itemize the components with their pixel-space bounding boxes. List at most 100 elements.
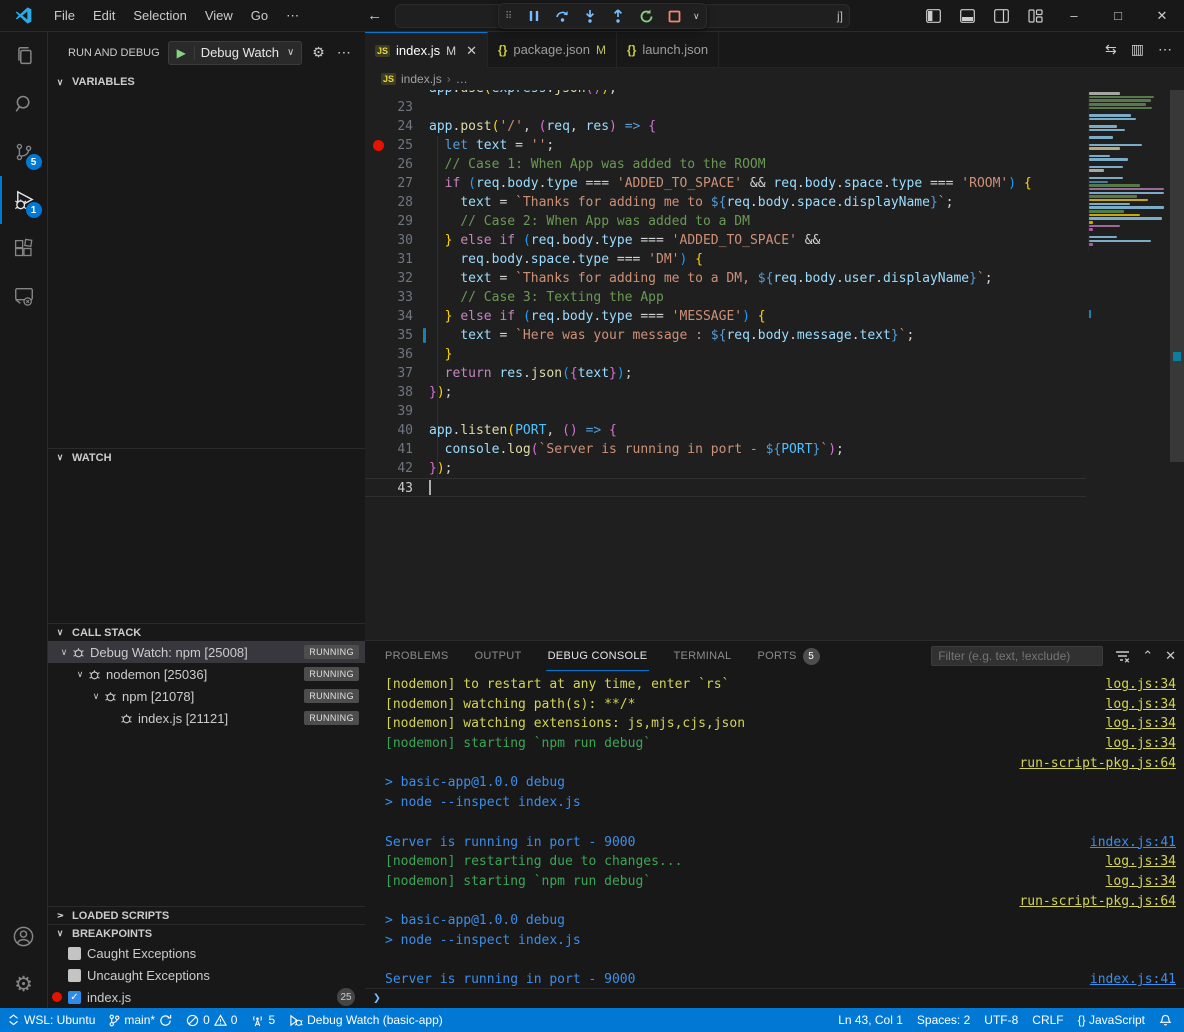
- variables-section-header[interactable]: ∨VARIABLES: [48, 73, 365, 91]
- code-line-30[interactable]: 30 } else if (req.body.type === 'ADDED_T…: [365, 231, 1086, 250]
- status-error-icon[interactable]: 00: [179, 1008, 244, 1032]
- source-link[interactable]: run-script-pkg.js:64: [1019, 892, 1176, 912]
- drag-grip-icon[interactable]: ⠿: [505, 13, 515, 20]
- code-line-38[interactable]: 38});: [365, 383, 1086, 402]
- toggle-panel-icon[interactable]: [950, 0, 984, 31]
- back-button[interactable]: ←: [367, 7, 382, 24]
- code-line-31[interactable]: 31 req.body.space.type === 'DM') {: [365, 250, 1086, 269]
- menu-view[interactable]: View: [197, 5, 241, 27]
- source-link[interactable]: log.js:34: [1106, 695, 1176, 715]
- step-out-button[interactable]: [609, 7, 627, 25]
- menu-go[interactable]: Go: [243, 5, 276, 27]
- toggle-secondary-sidebar-icon[interactable]: [984, 0, 1018, 31]
- minimap[interactable]: [1088, 92, 1170, 251]
- editor-scrollbar[interactable]: [1170, 90, 1184, 462]
- code-line-37[interactable]: 37 return res.json({text});: [365, 364, 1086, 383]
- console-filter-input[interactable]: [931, 646, 1103, 666]
- checkbox[interactable]: [68, 947, 81, 960]
- call-stack-row[interactable]: ∨Debug Watch: npm [25008]RUNNING: [48, 641, 365, 663]
- code-line-42[interactable]: 42});: [365, 459, 1086, 478]
- code-line-40[interactable]: 40app.listen(PORT, () => {: [365, 421, 1086, 440]
- pause-button[interactable]: [525, 7, 543, 25]
- breakpoint-dot[interactable]: [373, 140, 384, 151]
- debug-config-select[interactable]: ▶ Debug Watch ∨: [168, 41, 303, 65]
- code-line-39[interactable]: 39: [365, 402, 1086, 421]
- breakpoints-section-header[interactable]: ∨BREAKPOINTS: [48, 924, 365, 942]
- code-editor[interactable]: app.use(express.json());2324app.post('/'…: [365, 90, 1184, 640]
- minimize-button[interactable]: –: [1052, 0, 1096, 31]
- open-changes-icon[interactable]: ⇆: [1105, 41, 1117, 58]
- panel-tab-debug-console[interactable]: DEBUG CONSOLE: [546, 641, 650, 671]
- panel-tab-ports[interactable]: PORTS5: [755, 641, 821, 671]
- breakpoint-row[interactable]: ✓index.js25: [48, 986, 365, 1008]
- stop-dropdown-chevron-icon[interactable]: ∨: [693, 11, 700, 22]
- status-ln-43-col-1[interactable]: Ln 43, Col 1: [831, 1008, 910, 1032]
- run-and-debug-icon[interactable]: 1: [0, 176, 48, 224]
- status--javascript[interactable]: {} JavaScript: [1071, 1008, 1152, 1032]
- step-over-button[interactable]: [553, 7, 571, 25]
- code-line-35[interactable]: 35 text = `Here was your message : ${req…: [365, 326, 1086, 345]
- call-stack-section-header[interactable]: ∨CALL STACK: [48, 623, 365, 641]
- panel-tab-terminal[interactable]: TERMINAL: [671, 641, 733, 671]
- code-line-28[interactable]: 28 text = `Thanks for adding me to ${req…: [365, 193, 1086, 212]
- code-line-32[interactable]: 32 text = `Thanks for adding me to a DM,…: [365, 269, 1086, 288]
- source-control-icon[interactable]: 5: [0, 128, 48, 176]
- code-line-29[interactable]: 29 // Case 2: When App was added to a DM: [365, 212, 1086, 231]
- editor-more-actions-icon[interactable]: ⋯: [1158, 41, 1172, 58]
- code-line-26[interactable]: 26 // Case 1: When App was added to the …: [365, 155, 1086, 174]
- stop-button[interactable]: [665, 7, 683, 25]
- status-utf-8[interactable]: UTF-8: [977, 1008, 1025, 1032]
- status-remote-icon[interactable]: WSL: Ubuntu: [0, 1008, 102, 1032]
- loaded-scripts-section-header[interactable]: ∨LOADED SCRIPTS: [48, 906, 365, 924]
- code-line-27[interactable]: 27 if (req.body.type === 'ADDED_TO_SPACE…: [365, 174, 1086, 193]
- menu-edit[interactable]: Edit: [85, 5, 123, 27]
- toggle-sidebar-icon[interactable]: [916, 0, 950, 31]
- source-link[interactable]: index.js:41: [1090, 970, 1176, 988]
- step-into-button[interactable]: [581, 7, 599, 25]
- call-stack-row[interactable]: ∨npm [21078]RUNNING: [48, 685, 365, 707]
- status-branch-icon[interactable]: main*: [102, 1008, 179, 1032]
- code-line-23[interactable]: 23: [365, 98, 1086, 117]
- debug-console-output[interactable]: [nodemon] to restart at any time, enter …: [365, 671, 1184, 988]
- code-line-33[interactable]: 33 // Case 3: Texting the App: [365, 288, 1086, 307]
- code-line-41[interactable]: 41 console.log(`Server is running in por…: [365, 440, 1086, 459]
- customize-layout-icon[interactable]: [1018, 0, 1052, 31]
- source-link[interactable]: log.js:34: [1106, 872, 1176, 892]
- accounts-icon[interactable]: [0, 912, 48, 960]
- checkbox[interactable]: [68, 969, 81, 982]
- remote-explorer-icon[interactable]: [0, 272, 48, 320]
- notifications-bell-icon[interactable]: [1152, 1008, 1184, 1032]
- source-link[interactable]: index.js:41: [1090, 833, 1176, 853]
- status-spaces-2[interactable]: Spaces: 2: [910, 1008, 977, 1032]
- source-link[interactable]: log.js:34: [1106, 675, 1176, 695]
- code-line-43[interactable]: 43: [365, 478, 1086, 497]
- maximize-button[interactable]: □: [1096, 0, 1140, 31]
- menu-selection[interactable]: Selection: [125, 5, 194, 27]
- status-crlf[interactable]: CRLF: [1025, 1008, 1070, 1032]
- source-link[interactable]: log.js:34: [1106, 852, 1176, 872]
- code-line-25[interactable]: 25 let text = '';: [365, 136, 1086, 155]
- code-line-24[interactable]: 24app.post('/', (req, res) => {: [365, 117, 1086, 136]
- breakpoint-row[interactable]: Uncaught Exceptions: [48, 964, 365, 986]
- status-tower-icon[interactable]: 5: [244, 1008, 282, 1032]
- panel-tab-problems[interactable]: PROBLEMS: [383, 641, 451, 671]
- settings-gear-icon[interactable]: ⚙: [0, 960, 48, 1008]
- source-link[interactable]: log.js:34: [1106, 714, 1176, 734]
- close-button[interactable]: ✕: [1140, 0, 1184, 31]
- start-debug-icon[interactable]: ▶: [169, 46, 195, 60]
- code-line-34[interactable]: 34 } else if (req.body.type === 'MESSAGE…: [365, 307, 1086, 326]
- watch-section-header[interactable]: ∨WATCH: [48, 448, 365, 466]
- source-link[interactable]: run-script-pkg.js:64: [1019, 754, 1176, 774]
- tab-package.json[interactable]: {}package.jsonM: [488, 32, 617, 67]
- menu-file[interactable]: File: [46, 5, 83, 27]
- panel-close-icon[interactable]: ✕: [1165, 648, 1176, 664]
- breadcrumb[interactable]: JS index.js › …: [365, 68, 1184, 90]
- call-stack-row[interactable]: ∨nodemon [25036]RUNNING: [48, 663, 365, 685]
- tab-close-icon[interactable]: ✕: [466, 43, 477, 59]
- breakpoint-row[interactable]: Caught Exceptions: [48, 942, 365, 964]
- tab-index.js[interactable]: JSindex.jsM✕: [365, 32, 488, 68]
- menu-⋯[interactable]: ⋯: [278, 5, 307, 27]
- panel-maximize-chevron-icon[interactable]: ⌃: [1142, 648, 1153, 664]
- explorer-icon[interactable]: [0, 32, 48, 80]
- checkbox[interactable]: ✓: [68, 991, 81, 1004]
